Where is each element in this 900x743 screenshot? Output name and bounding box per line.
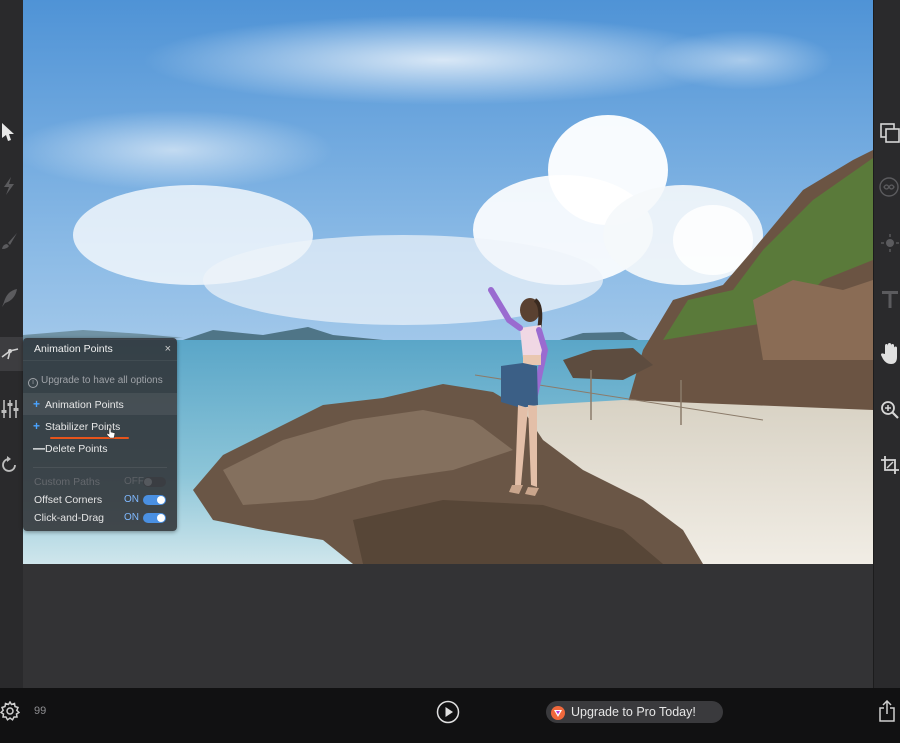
play-icon[interactable] <box>436 700 460 729</box>
menu-item-label: Delete Points <box>45 443 108 455</box>
pro-logo-icon <box>551 705 565 727</box>
panel-header: Animation Points × <box>23 338 177 361</box>
loop-icon[interactable] <box>0 456 18 474</box>
upgrade-note[interactable]: i Upgrade to have all options <box>23 371 177 391</box>
animation-points-panel: Animation Points × i Upgrade to have all … <box>23 338 177 531</box>
menu-item-label: Animation Points <box>45 399 124 411</box>
layers-icon[interactable] <box>880 123 900 143</box>
brush-icon[interactable] <box>1 232 19 250</box>
share-icon[interactable] <box>878 699 896 727</box>
option-state: ON <box>124 512 139 523</box>
frame-count: 99 <box>34 705 47 717</box>
offset-corners-option[interactable]: Offset Corners ON <box>23 491 177 509</box>
click-and-drag-option[interactable]: Click-and-Drag ON <box>23 509 177 527</box>
info-icon: i <box>28 378 38 388</box>
upgrade-button-label: Upgrade to Pro Today! <box>571 705 696 719</box>
cursor-icon[interactable] <box>1 122 17 142</box>
minus-icon: — <box>33 441 45 455</box>
option-state: ON <box>124 494 139 505</box>
option-label: Offset Corners <box>34 494 103 506</box>
stabilizer-points-item[interactable]: + Stabilizer Points <box>23 415 177 439</box>
infinity-icon[interactable] <box>879 177 899 197</box>
feather-icon[interactable] <box>1 288 19 308</box>
left-toolbar <box>0 0 24 688</box>
sun-icon[interactable] <box>880 233 900 253</box>
panel-title: Animation Points <box>34 343 113 355</box>
click-and-drag-toggle[interactable] <box>143 513 166 523</box>
plus-icon: + <box>33 419 41 433</box>
animation-points-item[interactable]: + Animation Points <box>23 393 177 415</box>
lightning-icon[interactable] <box>2 176 16 196</box>
option-label: Custom Paths <box>34 476 100 488</box>
upgrade-note-text: Upgrade to have all options <box>41 375 163 386</box>
plus-icon: + <box>33 397 41 411</box>
option-label: Click-and-Drag <box>34 512 105 524</box>
hand-icon[interactable] <box>880 342 900 366</box>
gear-icon[interactable] <box>0 700 21 726</box>
custom-paths-option: Custom Paths OFF <box>23 473 177 491</box>
upgrade-to-pro-button[interactable]: Upgrade to Pro Today! <box>546 701 723 723</box>
text-icon[interactable] <box>881 289 899 309</box>
custom-paths-toggle <box>143 477 166 487</box>
delete-points-item[interactable]: —Delete Points <box>23 437 177 459</box>
bottom-bar: 99 Upgrade to Pro Today! <box>0 688 900 743</box>
option-state: OFF <box>124 476 144 487</box>
zoom-icon[interactable] <box>880 400 900 420</box>
crop-icon[interactable] <box>880 455 900 475</box>
panel-divider <box>33 467 167 468</box>
sliders-icon[interactable] <box>0 398 20 420</box>
path-icon[interactable] <box>0 337 23 371</box>
close-icon[interactable]: × <box>165 338 171 360</box>
offset-corners-toggle[interactable] <box>143 495 166 505</box>
right-toolbar <box>873 0 900 688</box>
